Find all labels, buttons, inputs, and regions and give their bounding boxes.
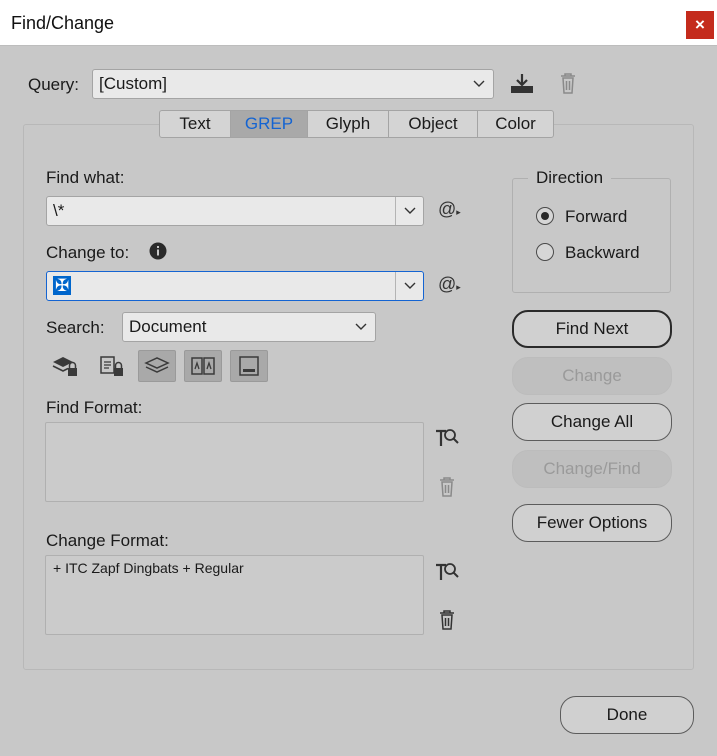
tab-object[interactable]: Object — [389, 111, 478, 137]
direction-legend: Direction — [528, 168, 612, 188]
change-to-value: ✠ — [53, 276, 72, 295]
include-master-pages-icon[interactable] — [184, 350, 222, 382]
tab-color[interactable]: Color — [478, 111, 553, 137]
chevron-down-icon[interactable] — [395, 272, 423, 300]
clear-find-format-icon[interactable] — [437, 476, 457, 498]
tab-glyph[interactable]: Glyph — [308, 111, 389, 137]
window-title: Find/Change — [11, 13, 115, 33]
chevron-down-icon[interactable] — [395, 197, 423, 225]
change-button[interactable]: Change — [512, 357, 672, 395]
include-locked-layers-icon[interactable] — [46, 350, 84, 382]
change-find-button[interactable]: Change/Find — [512, 450, 672, 488]
find-format-box[interactable] — [45, 422, 424, 502]
search-label: Search: — [46, 318, 105, 337]
backward-label[interactable]: Backward — [565, 243, 640, 263]
find-what-label: Find what: — [46, 168, 125, 187]
backward-radio[interactable] — [536, 243, 554, 261]
forward-label[interactable]: Forward — [565, 207, 627, 227]
find-next-button[interactable]: Find Next — [512, 310, 672, 348]
query-dropdown[interactable]: [Custom] — [92, 69, 494, 99]
tab-bar: Text GREP Glyph Object Color — [159, 110, 554, 138]
fewer-options-button[interactable]: Fewer Options — [512, 504, 672, 542]
forward-radio[interactable] — [536, 207, 554, 225]
change-format-box[interactable]: + ITC Zapf Dingbats + Regular — [45, 555, 424, 635]
change-to-label: Change to: — [46, 243, 130, 262]
chevron-down-icon — [465, 70, 493, 98]
special-characters-find-icon[interactable]: @▸ — [438, 199, 461, 220]
close-button[interactable]: × — [686, 11, 714, 39]
include-hidden-layers-icon[interactable] — [138, 350, 176, 382]
query-value: [Custom] — [99, 74, 168, 93]
info-icon[interactable] — [149, 242, 167, 260]
special-characters-change-icon[interactable]: @▸ — [438, 274, 461, 295]
done-button[interactable]: Done — [560, 696, 694, 734]
delete-query-icon[interactable] — [558, 72, 578, 96]
tab-grep[interactable]: GREP — [231, 111, 308, 137]
include-footnotes-icon[interactable] — [230, 350, 268, 382]
specify-change-format-icon[interactable] — [434, 560, 460, 584]
change-to-input[interactable]: ✠ — [46, 271, 424, 301]
query-label: Query: — [28, 75, 80, 94]
chevron-down-icon — [347, 313, 375, 341]
clear-change-format-icon[interactable] — [437, 609, 457, 631]
include-locked-stories-icon[interactable] — [92, 350, 130, 382]
search-scope-value: Document — [129, 317, 207, 336]
specify-find-format-icon[interactable] — [434, 426, 460, 450]
find-what-input[interactable]: \* — [46, 196, 424, 226]
find-format-label: Find Format: — [46, 398, 143, 417]
save-query-icon[interactable] — [508, 72, 536, 96]
find-what-value: \* — [53, 201, 65, 220]
tab-text[interactable]: Text — [160, 111, 231, 137]
search-scope-dropdown[interactable]: Document — [122, 312, 376, 342]
change-all-button[interactable]: Change All — [512, 403, 672, 441]
change-format-label: Change Format: — [46, 531, 169, 550]
direction-group — [512, 178, 671, 293]
